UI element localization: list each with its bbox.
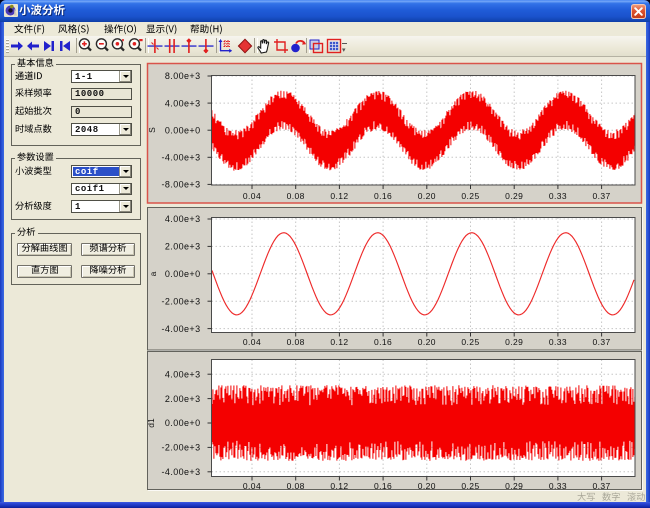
svg-text:0.04: 0.04: [243, 337, 261, 347]
svg-text:-8.00e+3: -8.00e+3: [162, 180, 201, 190]
svg-text:0.00e+0: 0.00e+0: [165, 125, 201, 135]
svg-text:0.25: 0.25: [461, 481, 479, 491]
svg-text:0.12: 0.12: [330, 481, 348, 491]
svg-text:0.29: 0.29: [505, 337, 523, 347]
svg-text:-2.00e+3: -2.00e+3: [162, 296, 201, 306]
svg-text:0.20: 0.20: [418, 481, 436, 491]
svg-text:0.00e+0: 0.00e+0: [165, 269, 201, 279]
svg-text:2.00e+3: 2.00e+3: [165, 242, 201, 252]
svg-text:4.00e+3: 4.00e+3: [165, 369, 201, 379]
svg-text:a: a: [148, 271, 158, 276]
svg-text:0.25: 0.25: [461, 337, 479, 347]
svg-text:4.00e+3: 4.00e+3: [165, 98, 201, 108]
svg-text:0.08: 0.08: [287, 191, 305, 201]
svg-text:0.00e+0: 0.00e+0: [165, 418, 201, 428]
svg-text:-4.00e+3: -4.00e+3: [162, 324, 201, 334]
svg-text:2.00e+3: 2.00e+3: [165, 394, 201, 404]
svg-text:0.16: 0.16: [374, 481, 392, 491]
svg-text:0.33: 0.33: [549, 191, 567, 201]
svg-text:0.16: 0.16: [374, 337, 392, 347]
svg-text:0.37: 0.37: [593, 337, 611, 347]
svg-text:0.37: 0.37: [593, 191, 611, 201]
svg-text:8.00e+3: 8.00e+3: [165, 71, 201, 81]
svg-text:0.12: 0.12: [330, 337, 348, 347]
svg-text:-2.00e+3: -2.00e+3: [162, 443, 201, 453]
svg-text:-4.00e+3: -4.00e+3: [162, 153, 201, 163]
svg-text:0.16: 0.16: [374, 191, 392, 201]
svg-text:0.12: 0.12: [330, 191, 348, 201]
svg-text:0.20: 0.20: [418, 191, 436, 201]
svg-text:d1: d1: [146, 418, 156, 428]
svg-text:-4.00e+3: -4.00e+3: [162, 467, 201, 477]
svg-text:0.29: 0.29: [505, 191, 523, 201]
svg-text:0.20: 0.20: [418, 337, 436, 347]
svg-text:0.33: 0.33: [549, 337, 567, 347]
svg-text:0.37: 0.37: [593, 481, 611, 491]
svg-text:0.04: 0.04: [243, 481, 261, 491]
svg-text:0.08: 0.08: [287, 337, 305, 347]
svg-text:0.08: 0.08: [287, 481, 305, 491]
svg-text:S: S: [147, 127, 157, 133]
svg-text:4.00e+3: 4.00e+3: [165, 214, 201, 224]
svg-text:0.04: 0.04: [243, 191, 261, 201]
svg-text:0.29: 0.29: [505, 481, 523, 491]
svg-text:0.33: 0.33: [549, 481, 567, 491]
svg-text:0.25: 0.25: [461, 191, 479, 201]
